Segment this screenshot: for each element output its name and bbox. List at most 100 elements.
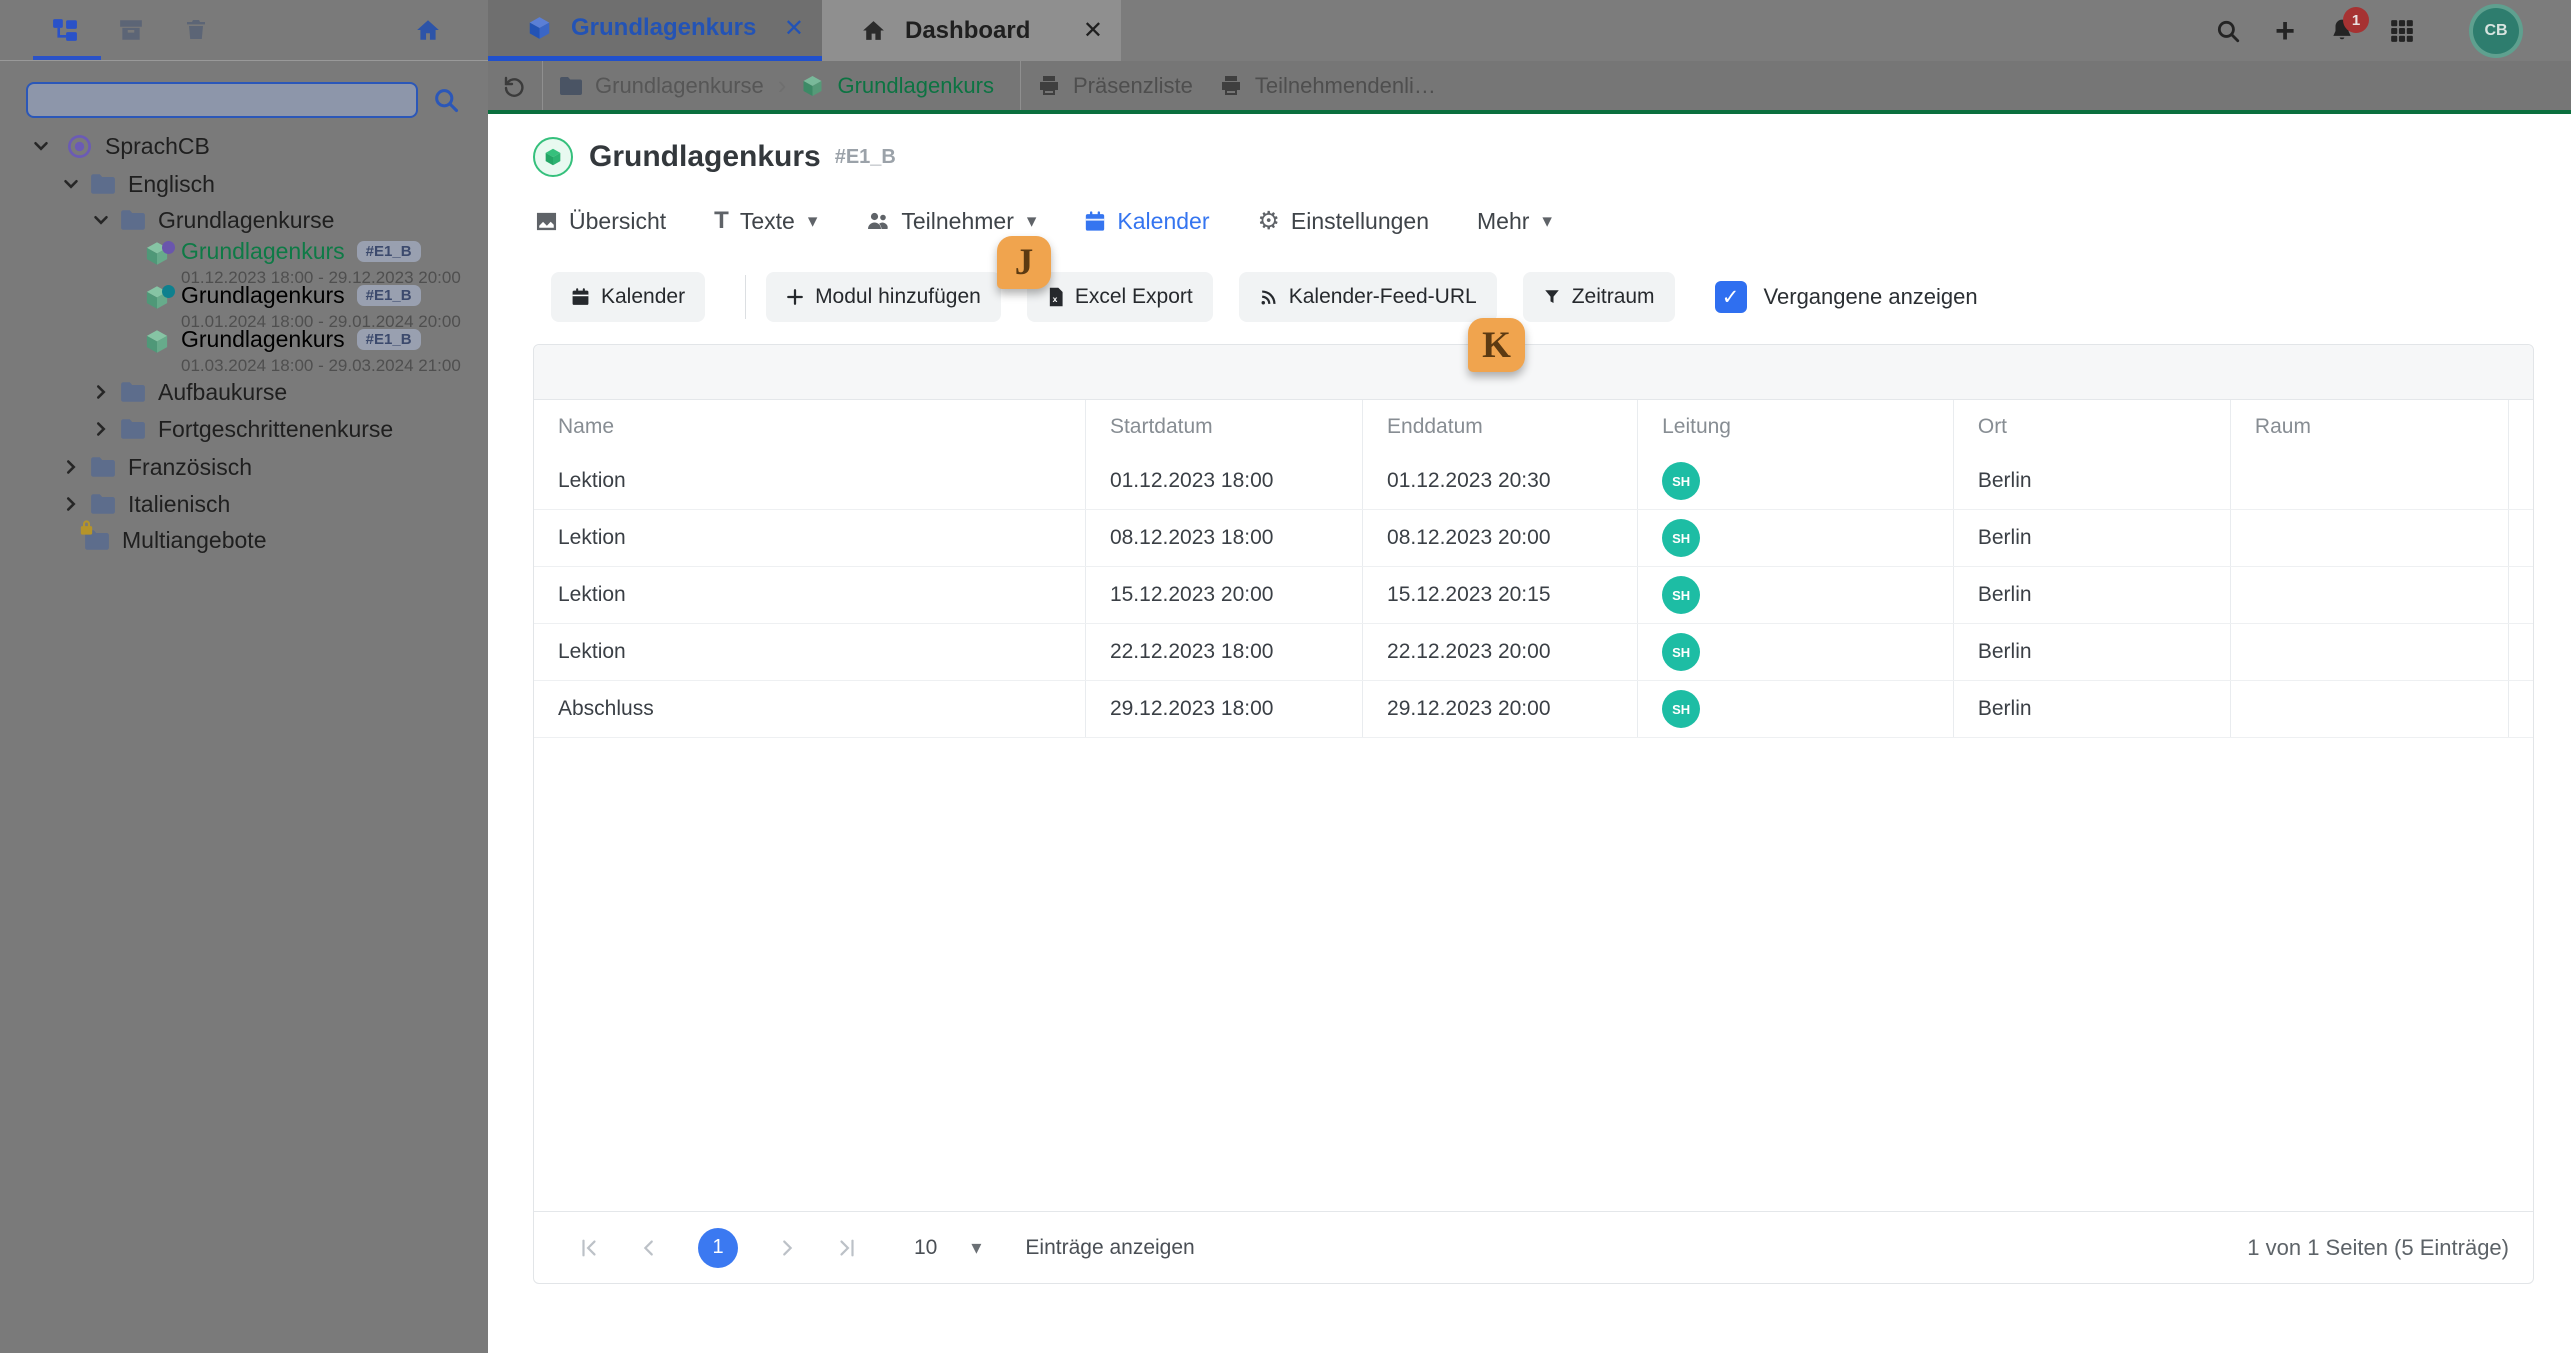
tree-view-icon[interactable] — [52, 17, 78, 43]
notifications-bell-icon[interactable]: 1 — [2329, 7, 2369, 44]
tree-node-italienisch[interactable]: Italienisch — [60, 488, 230, 520]
next-page-icon[interactable] — [776, 1237, 798, 1259]
last-page-icon[interactable] — [836, 1237, 858, 1259]
sidebar-toolbar — [0, 0, 488, 61]
sidebar-home-icon[interactable] — [414, 17, 440, 43]
table-row[interactable]: Lektion 22.12.2023 18:00 22.12.2023 20:0… — [534, 624, 2533, 681]
breadcrumb: Grundlagenkurse › Grundlagenkurs Präsenz… — [488, 61, 2571, 110]
column-header-startdatum[interactable]: Startdatum — [1086, 400, 1364, 453]
tree-node-sprachcb[interactable]: SprachCB — [30, 130, 210, 162]
tree-course-item[interactable]: Grundlagenkurs #E1_B 01.12.2023 18:00 - … — [143, 238, 461, 288]
course-cube-icon — [143, 284, 175, 311]
breadcrumb-course[interactable]: Grundlagenkurs — [837, 73, 994, 99]
cell-ort: Berlin — [1954, 453, 2231, 509]
tab-uebersicht[interactable]: Übersicht — [535, 208, 666, 235]
leader-avatar[interactable]: SH — [1662, 462, 1701, 500]
annotation-marker-j: J — [997, 236, 1051, 289]
column-header-leitung[interactable]: Leitung — [1638, 400, 1954, 453]
chevron-right-icon[interactable] — [60, 493, 82, 515]
calendar-feed-url-button[interactable]: Kalender-Feed-URL — [1238, 272, 1497, 322]
chevron-down-icon[interactable] — [60, 173, 82, 195]
chevron-right-icon[interactable] — [90, 418, 112, 440]
printer-icon — [1219, 74, 1243, 98]
tree-label: Fortgeschrittenenkurse — [158, 415, 394, 442]
archive-icon[interactable] — [118, 17, 144, 43]
leader-avatar[interactable]: SH — [1662, 633, 1701, 671]
table-row[interactable]: Lektion 15.12.2023 20:00 15.12.2023 20:1… — [534, 567, 2533, 624]
tree-label: Grundlagenkurse — [158, 206, 335, 233]
calendar-view-button[interactable]: Kalender — [551, 272, 706, 322]
tree-node-aufbaukurse[interactable]: Aufbaukurse — [90, 376, 287, 408]
tab-grundlagenkurs[interactable]: Grundlagenkurs ✕ — [488, 0, 822, 61]
cell-leader: SH — [1638, 453, 1954, 509]
add-module-button[interactable]: Modul hinzufügen — [766, 272, 1001, 322]
first-page-icon[interactable] — [578, 1237, 600, 1259]
chart-icon — [535, 211, 558, 232]
search-icon[interactable] — [432, 86, 460, 114]
apps-grid-icon[interactable] — [2389, 18, 2415, 44]
column-header-ort[interactable]: Ort — [1954, 400, 2231, 453]
column-header-enddatum[interactable]: Enddatum — [1363, 400, 1639, 453]
rss-icon — [1259, 288, 1278, 307]
show-past-checkbox[interactable]: ✓ — [1714, 281, 1747, 313]
history-icon[interactable] — [502, 74, 526, 98]
table-row[interactable]: Lektion 01.12.2023 18:00 01.12.2023 20:3… — [534, 453, 2533, 510]
topbar-actions: + 1 CB — [2215, 0, 2571, 61]
cell-raum — [2231, 453, 2509, 509]
tab-texte[interactable]: T Texte ▾ — [714, 208, 817, 235]
leader-avatar[interactable]: SH — [1662, 576, 1701, 614]
leader-avatar[interactable]: SH — [1662, 690, 1701, 728]
chevron-down-icon[interactable] — [90, 209, 112, 231]
column-header-raum[interactable]: Raum — [2231, 400, 2509, 453]
cell-leader: SH — [1638, 510, 1954, 566]
tree-node-fortgeschrittenenkurse[interactable]: Fortgeschrittenenkurse — [90, 413, 393, 445]
cell-name: Lektion — [534, 510, 1086, 566]
entries-label: Einträge anzeigen — [1025, 1235, 1195, 1259]
table-row[interactable]: Lektion 08.12.2023 18:00 08.12.2023 20:0… — [534, 510, 2533, 567]
cell-start: 15.12.2023 20:00 — [1086, 567, 1364, 623]
tree-course-item[interactable]: Grundlagenkurs #E1_B 01.01.2024 18:00 - … — [143, 282, 461, 332]
excel-export-button[interactable]: x Excel Export — [1026, 272, 1213, 322]
page-size-caret-icon[interactable]: ▾ — [971, 1235, 981, 1260]
tree-node-englisch[interactable]: Englisch — [60, 168, 215, 200]
cell-raum — [2231, 624, 2509, 680]
breadcrumb-print-b[interactable]: Teilnehmendenli… — [1255, 73, 1436, 99]
table-footer: 1 10 ▾ Einträge anzeigen 1 von 1 Seiten … — [534, 1211, 2533, 1283]
page-size-value[interactable]: 10 — [914, 1236, 937, 1260]
filter-icon — [1543, 288, 1561, 306]
prev-page-icon[interactable] — [638, 1237, 660, 1259]
current-page-button[interactable]: 1 — [698, 1227, 738, 1268]
breadcrumb-folder[interactable]: Grundlagenkurse — [595, 73, 764, 99]
check-icon: ✓ — [1721, 285, 1740, 309]
table-row[interactable]: Abschluss 29.12.2023 18:00 29.12.2023 20… — [534, 681, 2533, 738]
breadcrumb-print-a[interactable]: Präsenzliste — [1073, 73, 1193, 99]
tree-node-grundlagenkurse[interactable]: Grundlagenkurse — [90, 204, 334, 236]
tree-course-item[interactable]: Grundlagenkurs #E1_B 01.03.2024 18:00 - … — [143, 326, 461, 376]
search-input[interactable] — [26, 82, 418, 118]
close-icon[interactable]: ✕ — [1057, 16, 1103, 45]
tab-kalender[interactable]: Kalender — [1084, 208, 1209, 235]
global-search-icon[interactable] — [2215, 18, 2241, 44]
tab-mehr[interactable]: Mehr ▾ — [1477, 208, 1552, 235]
tab-dashboard[interactable]: Dashboard ✕ — [822, 0, 1121, 61]
zeitraum-filter-button[interactable]: Zeitraum — [1522, 272, 1675, 322]
trash-icon[interactable] — [184, 17, 210, 43]
leader-avatar[interactable]: SH — [1662, 519, 1701, 557]
tree-label: Multiangebote — [122, 526, 267, 553]
tab-einstellungen[interactable]: ⚙ Einstellungen — [1257, 208, 1429, 235]
cell-raum — [2231, 510, 2509, 566]
tab-label: Texte — [739, 207, 795, 234]
tab-teilnehmer[interactable]: Teilnehmer ▾ — [865, 208, 1036, 235]
avatar[interactable]: CB — [2473, 7, 2519, 54]
chevron-right-icon[interactable] — [90, 381, 112, 403]
chevron-down-icon[interactable] — [30, 135, 52, 157]
add-icon[interactable]: + — [2275, 14, 2295, 48]
tree-node-multiangebote[interactable]: Multiangebote — [80, 520, 267, 556]
chevron-right-icon[interactable] — [60, 456, 82, 478]
calendar-icon — [1084, 210, 1106, 233]
close-icon[interactable]: ✕ — [758, 14, 804, 43]
tree-node-franzoesisch[interactable]: Französisch — [60, 451, 252, 483]
tab-label: Kalender — [1117, 207, 1210, 234]
column-header-name[interactable]: Name — [534, 400, 1086, 453]
cell-end: 15.12.2023 20:15 — [1363, 567, 1639, 623]
